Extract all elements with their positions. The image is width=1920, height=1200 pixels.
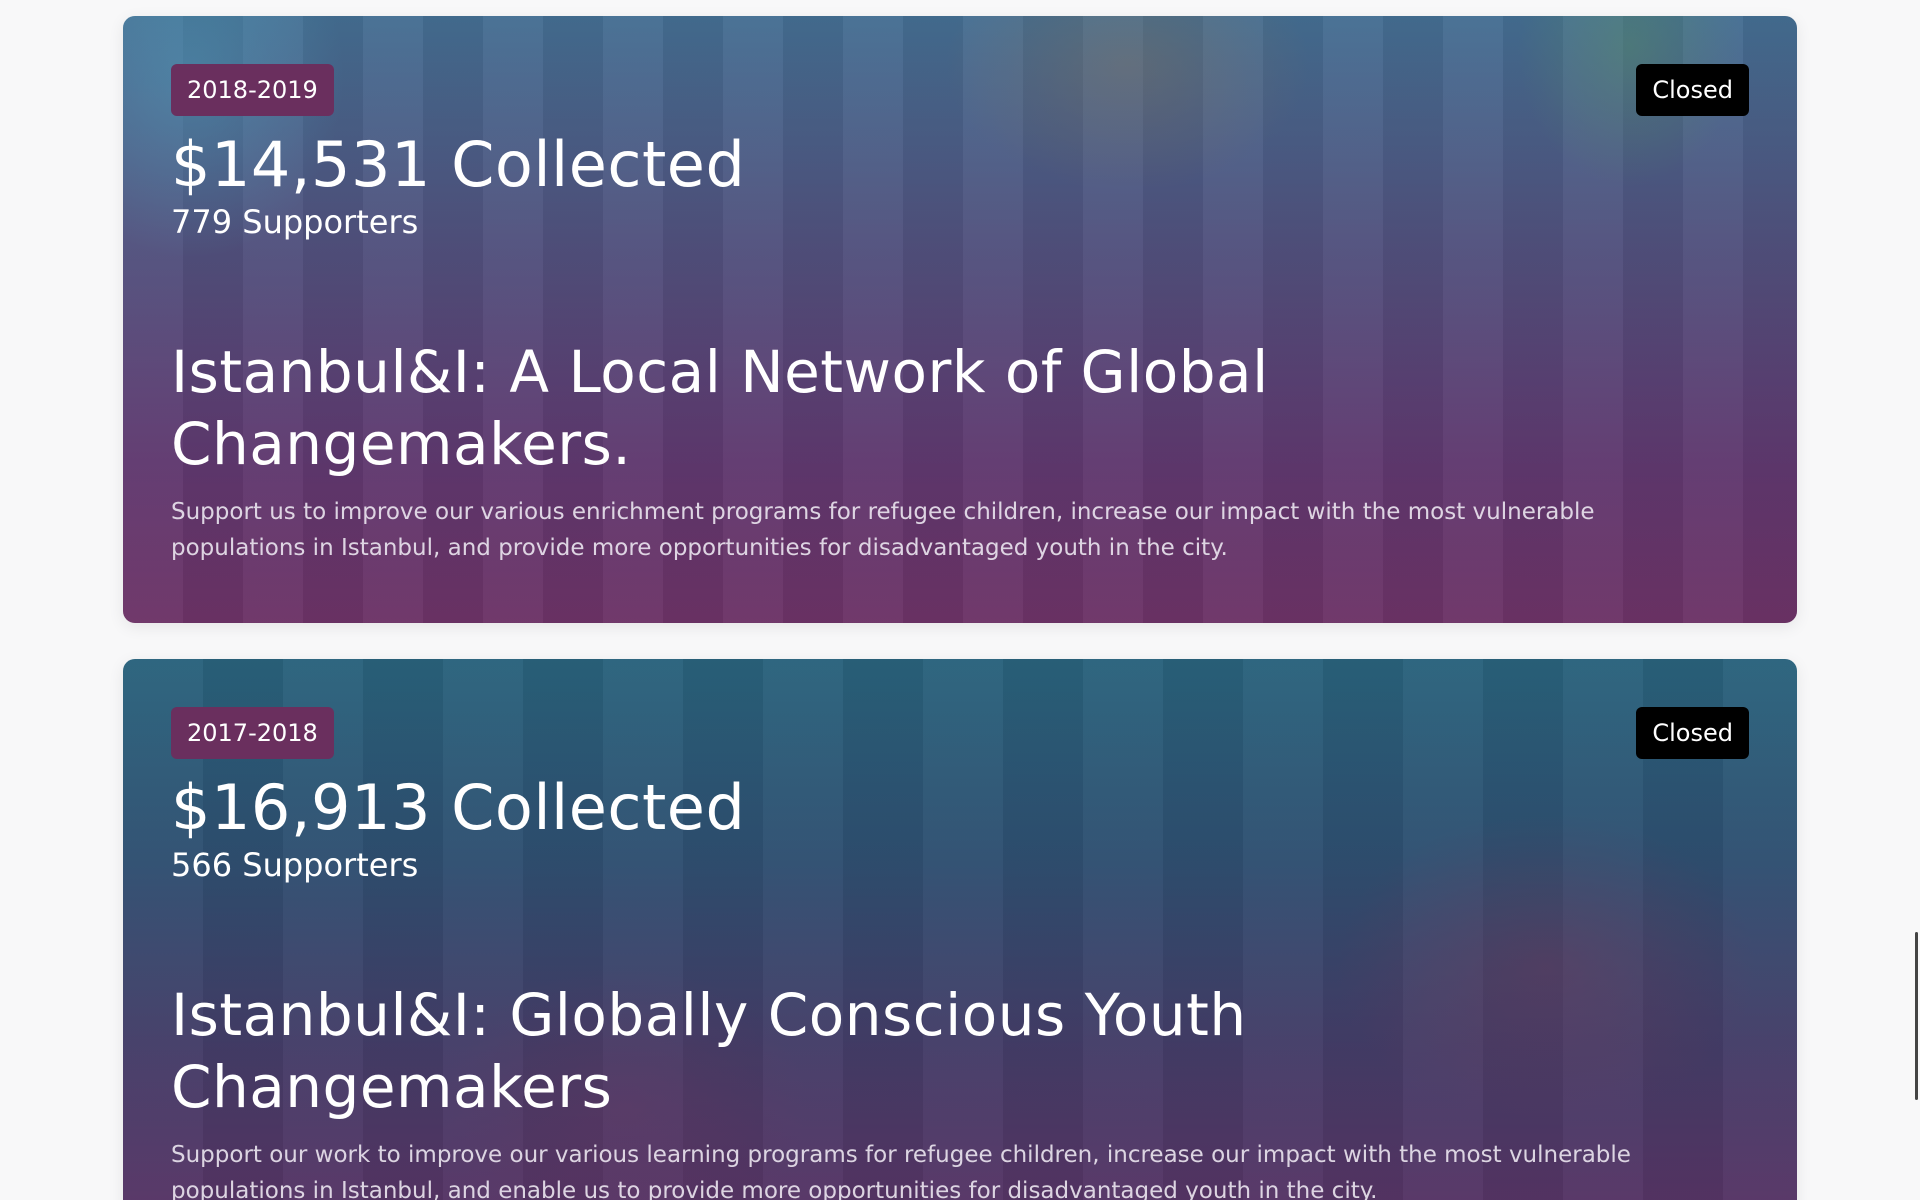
campaign-description: Support us to improve our various enrich…	[171, 499, 1595, 561]
supporters-count: 779 Supporters	[171, 203, 419, 241]
status-badge: Closed	[1636, 64, 1749, 116]
campaign-title[interactable]: Istanbul&I: Globally Conscious Youth Cha…	[171, 979, 1471, 1123]
campaign-content: 2018-2019 Closed $14,531 Collected 779 S…	[123, 16, 1797, 623]
scrollbar-thumb[interactable]	[1915, 932, 1918, 1100]
year-badge: 2018-2019	[171, 64, 334, 116]
campaign-card[interactable]: 2017-2018 Closed $16,913 Collected 566 S…	[123, 659, 1797, 1200]
page: 2018-2019 Closed $14,531 Collected 779 S…	[0, 0, 1920, 1200]
year-badge: 2017-2018	[171, 707, 334, 759]
amount-collected: $14,531 Collected	[171, 128, 746, 201]
campaign-description: Support our work to improve our various …	[171, 1142, 1631, 1200]
campaign-card[interactable]: 2018-2019 Closed $14,531 Collected 779 S…	[123, 16, 1797, 623]
amount-collected: $16,913 Collected	[171, 771, 746, 844]
campaign-title[interactable]: Istanbul&I: A Local Network of Global Ch…	[171, 336, 1471, 480]
supporters-count: 566 Supporters	[171, 846, 419, 884]
campaign-content: 2017-2018 Closed $16,913 Collected 566 S…	[123, 659, 1797, 1200]
status-badge: Closed	[1636, 707, 1749, 759]
